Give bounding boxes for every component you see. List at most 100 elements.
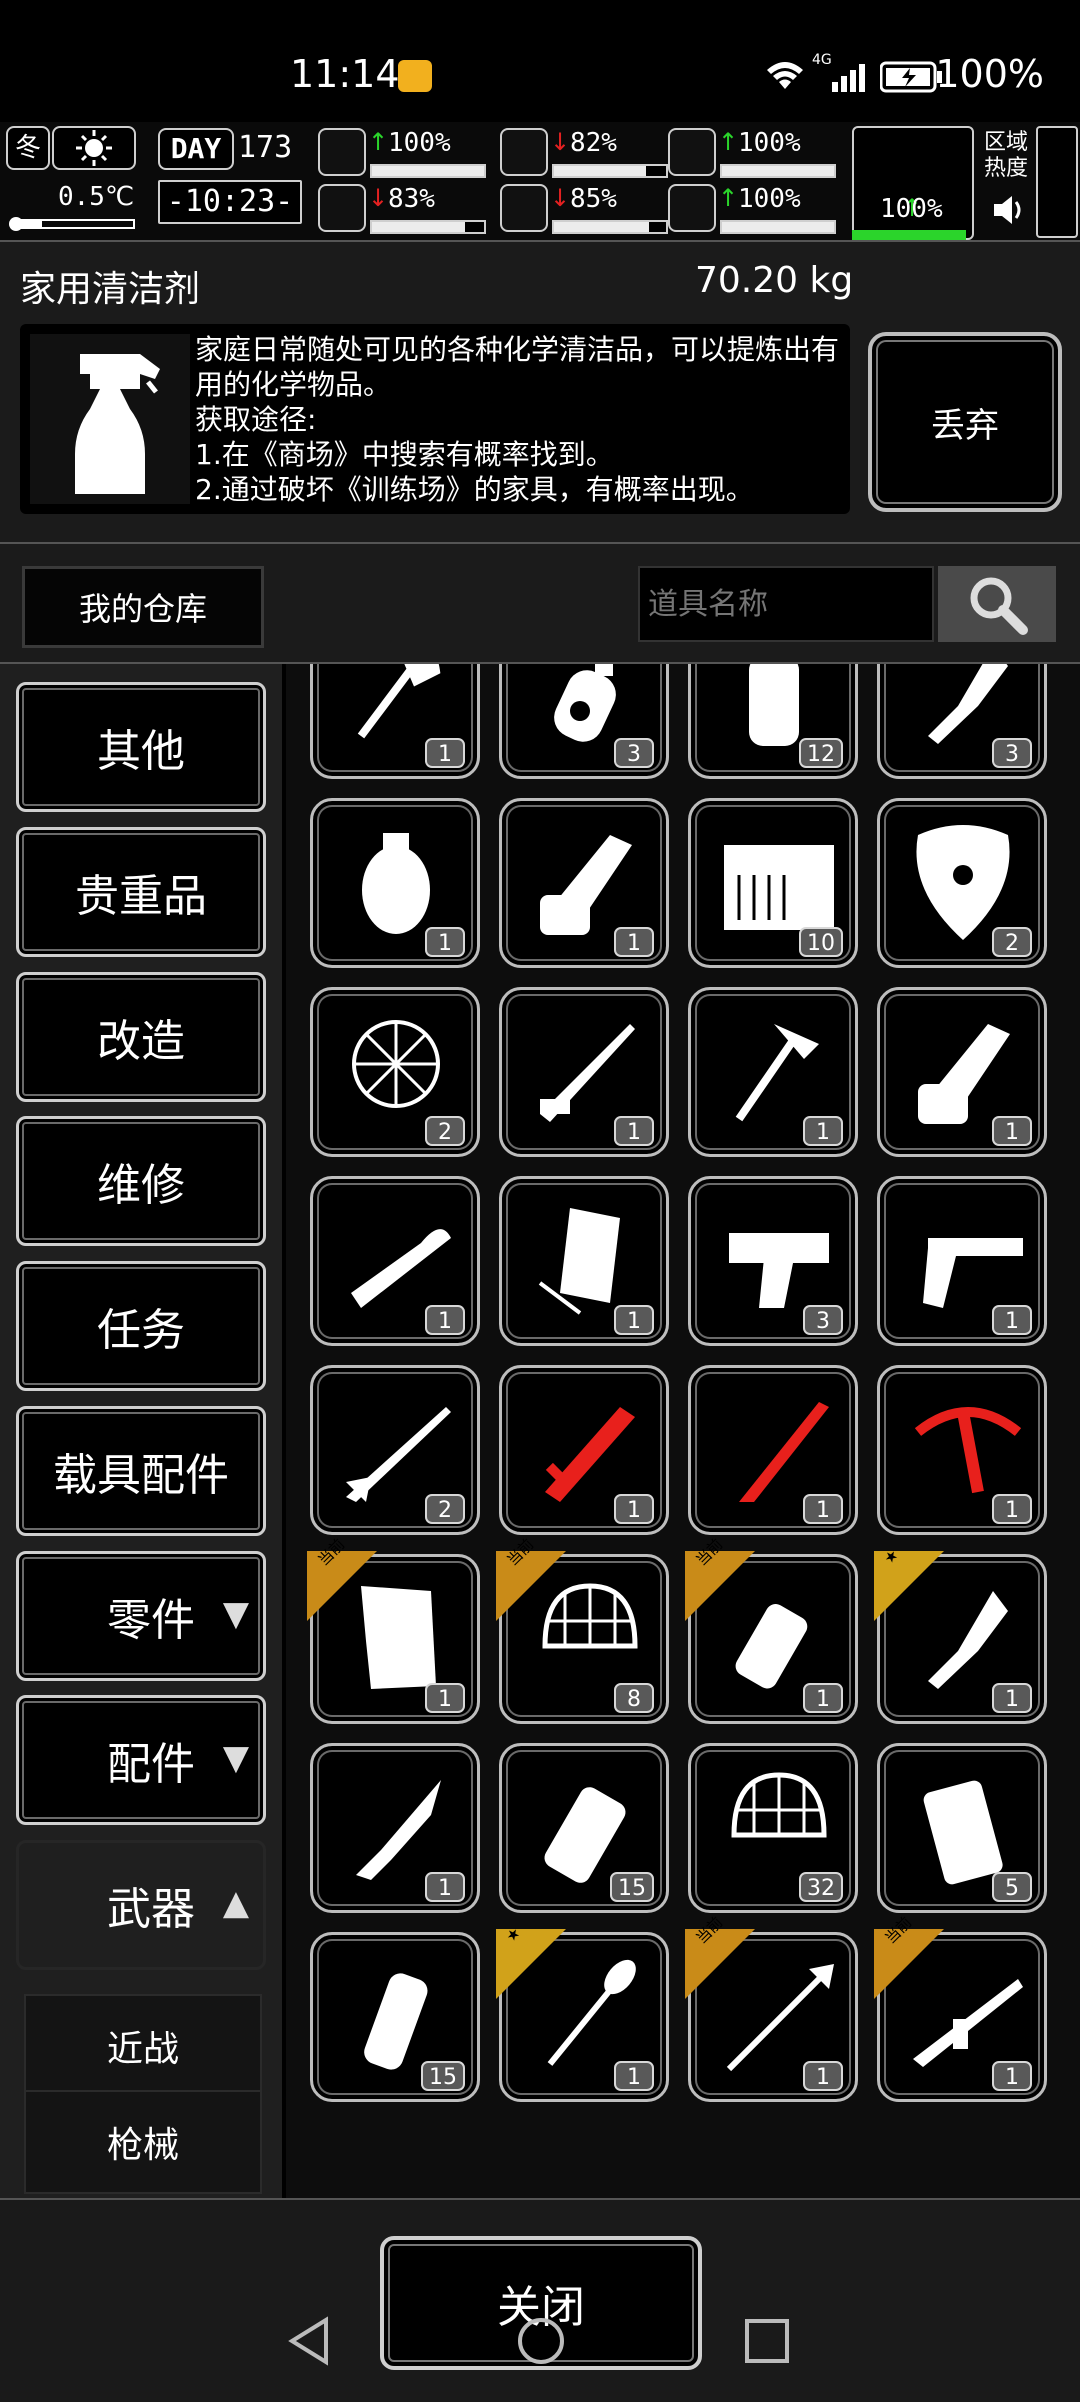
item-weight: 70.20 kg bbox=[695, 260, 854, 301]
item-search-input[interactable] bbox=[638, 566, 934, 642]
item-count: 1 bbox=[614, 1305, 654, 1335]
item-slot[interactable]: 1 ★ bbox=[496, 1923, 669, 2102]
arrow-up-icon: ▲ bbox=[222, 1883, 249, 1923]
item-count: 1 bbox=[614, 1494, 654, 1524]
stat-value: 100% bbox=[738, 184, 801, 214]
category-sidebar[interactable]: 其他 贵重品 改造 维修 任务 载具配件 零件 ▼ 配件 ▼ 武器 ▲ 近战 枪械 bbox=[0, 664, 282, 2198]
subcategory-1[interactable]: 近战 bbox=[24, 1994, 262, 2098]
category-2[interactable]: 贵重品 bbox=[16, 826, 266, 957]
item-slot[interactable]: 3 bbox=[688, 1176, 858, 1346]
stat-bar bbox=[370, 164, 486, 178]
item-slot[interactable]: 2 bbox=[310, 987, 480, 1157]
item-slot[interactable]: 32 bbox=[688, 1743, 858, 1913]
item-count: 1 bbox=[425, 1872, 465, 1902]
item-slot[interactable]: 1 bbox=[310, 798, 480, 968]
trend-arrow: ↑ bbox=[368, 128, 389, 156]
item-slot[interactable]: 1 bbox=[877, 1176, 1047, 1346]
item-count: 1 bbox=[425, 738, 465, 768]
item-slot[interactable]: 1 bbox=[877, 987, 1047, 1157]
category-9[interactable]: 武器 ▲ bbox=[16, 1840, 266, 1970]
item-slot[interactable]: 1 bbox=[688, 987, 858, 1157]
back-icon[interactable] bbox=[284, 2316, 334, 2370]
stat-bar bbox=[370, 220, 486, 234]
stat-value: 82% bbox=[570, 128, 617, 158]
heat-meter bbox=[1036, 126, 1078, 238]
medkit-icon bbox=[318, 128, 366, 176]
item-slot[interactable]: 8 当前 bbox=[496, 1535, 669, 1724]
category-3[interactable]: 改造 bbox=[16, 971, 266, 1102]
my-warehouse-button[interactable]: 我的仓库 bbox=[22, 566, 264, 648]
item-slot[interactable]: 15 bbox=[499, 1743, 669, 1913]
item-count: 1 bbox=[425, 927, 465, 957]
item-slot[interactable]: 1 bbox=[877, 1365, 1047, 1535]
category-6[interactable]: 载具配件 bbox=[16, 1405, 266, 1536]
stat-stomach: ↓ 82% bbox=[500, 128, 670, 180]
stat-bar bbox=[552, 164, 668, 178]
inventory-grid[interactable]: 1 3 12 3 1 1 10 2 2 1 1 1 1 1 3 1 2 1 1 1 1 当前 8 当前 1 当前 1 ★ 1 15 32 5 1… bbox=[286, 664, 1080, 2198]
item-slot[interactable]: 2 bbox=[310, 1365, 480, 1535]
game-clock: -10:23- bbox=[158, 180, 302, 224]
item-count: 10 bbox=[799, 927, 843, 957]
bottom-bar: 关闭 bbox=[0, 2198, 1080, 2402]
item-count: 1 bbox=[992, 2061, 1032, 2091]
search-button[interactable] bbox=[938, 566, 1056, 642]
item-slot[interactable]: 1 当前 bbox=[307, 1535, 480, 1724]
category-7[interactable]: 零件 ▼ bbox=[16, 1550, 266, 1681]
category-label: 其他 bbox=[97, 726, 185, 777]
item-slot[interactable]: 1 bbox=[310, 1176, 480, 1346]
recents-icon[interactable] bbox=[744, 2318, 790, 2368]
category-label: 维修 bbox=[97, 1160, 185, 1212]
item-slot[interactable]: 1 ★ bbox=[874, 1545, 1047, 1724]
item-slot[interactable]: 15 bbox=[310, 1932, 480, 2102]
item-detail-panel: 家用清洁剂 70.20 kg 家庭日常随处可见的各种化学清洁品，可以提炼出有用的… bbox=[0, 240, 1080, 544]
item-count: 3 bbox=[803, 1305, 843, 1335]
category-5[interactable]: 任务 bbox=[16, 1261, 266, 1391]
discard-button[interactable]: 丢弃 bbox=[868, 332, 1062, 512]
category-label: 贵重品 bbox=[75, 870, 207, 922]
category-4[interactable]: 维修 bbox=[16, 1116, 266, 1247]
item-slot[interactable]: 10 bbox=[688, 798, 858, 968]
status-bar: 11:14 4G 100% bbox=[0, 0, 1080, 122]
equipped-badge: 当前 bbox=[874, 1913, 944, 1999]
battery-level: 100% bbox=[935, 52, 1044, 96]
item-count: 1 bbox=[425, 1683, 465, 1713]
category-8[interactable]: 配件 ▼ bbox=[16, 1695, 266, 1826]
item-count: 1 bbox=[803, 1494, 843, 1524]
category-label: 改造 bbox=[97, 1015, 185, 1067]
item-slot[interactable]: 1 bbox=[310, 1743, 480, 1913]
temperature: 0.5℃ bbox=[58, 182, 135, 212]
arrow-down-icon: ▼ bbox=[222, 1738, 249, 1779]
item-slot[interactable]: 3 bbox=[499, 664, 669, 779]
item-slot[interactable]: 1 当前 bbox=[874, 1913, 1047, 2102]
home-icon[interactable] bbox=[516, 2316, 566, 2370]
item-slot[interactable]: 1 bbox=[499, 1176, 669, 1346]
category-1[interactable]: 其他 bbox=[16, 682, 266, 812]
item-slot[interactable]: 5 bbox=[877, 1743, 1047, 1913]
equipped-badge: 当前 bbox=[685, 1535, 755, 1621]
stat-water-drop: ↓ 85% bbox=[500, 184, 670, 236]
day-label: DAY bbox=[158, 128, 234, 170]
item-slot[interactable]: 2 bbox=[877, 798, 1047, 968]
arrow-down-icon: ▼ bbox=[222, 1593, 249, 1634]
item-slot[interactable]: 1 当前 bbox=[685, 1913, 858, 2102]
item-count: 1 bbox=[425, 1305, 465, 1335]
item-count: 1 bbox=[614, 1116, 654, 1146]
stat-bar bbox=[720, 220, 836, 234]
item-slot[interactable]: 1 bbox=[499, 1365, 669, 1535]
status-time: 11:14 bbox=[290, 52, 400, 96]
item-slot[interactable]: 1 bbox=[310, 664, 480, 779]
item-description: 家庭日常随处可见的各种化学清洁品，可以提炼出有用的化学物品。 获取途径: 1.在… bbox=[195, 333, 840, 506]
item-slot[interactable]: 1 当前 bbox=[685, 1535, 858, 1724]
subcategory-2[interactable]: 枪械 bbox=[24, 2090, 262, 2194]
brain-icon bbox=[318, 184, 366, 232]
trend-arrow: ↓ bbox=[368, 184, 389, 212]
item-count: 2 bbox=[425, 1116, 465, 1146]
item-slot[interactable]: 1 bbox=[688, 1365, 858, 1535]
item-slot[interactable]: 3 bbox=[877, 664, 1047, 779]
item-slot[interactable]: 1 bbox=[499, 798, 669, 968]
item-slot[interactable]: 1 bbox=[499, 987, 669, 1157]
item-count: 3 bbox=[992, 738, 1032, 768]
category-label: 零件 bbox=[107, 1594, 195, 1646]
item-slot[interactable]: 12 bbox=[688, 664, 858, 779]
stat-value: 85% bbox=[570, 184, 617, 214]
